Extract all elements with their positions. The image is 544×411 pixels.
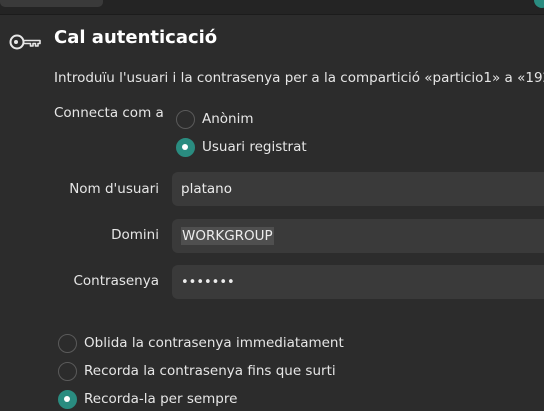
domain-label: Domini — [111, 227, 159, 243]
radio-indicator[interactable] — [58, 389, 77, 409]
radio-remember-until-logout[interactable]: Recorda la contrasenya fins que surti — [58, 360, 336, 382]
radio-remember-until-logout-label: Recorda la contrasenya fins que surti — [84, 363, 336, 379]
authentication-dialog: Cal autenticació Introduïu l'usuari i la… — [0, 0, 544, 411]
dialog-title: Cal autenticació — [54, 27, 218, 48]
radio-remember-forever-label: Recorda-la per sempre — [84, 391, 238, 407]
header-indicator — [534, 0, 544, 8]
password-field[interactable]: ••••••• — [172, 265, 544, 299]
radio-indicator[interactable] — [176, 109, 195, 129]
radio-forget-immediately-label: Oblida la contrasenya immediatament — [84, 335, 344, 351]
radio-indicator[interactable] — [58, 333, 77, 353]
domain-value: WORKGROUP — [181, 227, 274, 245]
radio-indicator[interactable] — [176, 137, 195, 157]
radio-remember-forever[interactable]: Recorda-la per sempre — [58, 388, 237, 410]
radio-anonymous[interactable]: Anònim — [176, 108, 254, 130]
dialog-description: Introduïu l'usuari i la contrasenya per … — [54, 70, 544, 86]
radio-indicator[interactable] — [58, 361, 77, 381]
radio-anonymous-label: Anònim — [202, 111, 254, 127]
header-bar — [0, 0, 544, 15]
header-button[interactable] — [0, 0, 103, 7]
radio-registered-user-label: Usuari registrat — [202, 139, 307, 155]
domain-field[interactable]: WORKGROUP — [172, 219, 544, 253]
connect-as-label: Connecta com a — [54, 105, 164, 121]
username-value: platano — [181, 181, 232, 197]
username-field[interactable]: platano — [172, 172, 544, 206]
radio-registered-user[interactable]: Usuari registrat — [176, 136, 307, 158]
radio-forget-immediately[interactable]: Oblida la contrasenya immediatament — [58, 332, 344, 354]
password-label: Contrasenya — [73, 273, 159, 289]
password-value: ••••••• — [181, 274, 235, 290]
key-icon — [8, 32, 44, 52]
username-label: Nom d'usuari — [69, 181, 159, 197]
